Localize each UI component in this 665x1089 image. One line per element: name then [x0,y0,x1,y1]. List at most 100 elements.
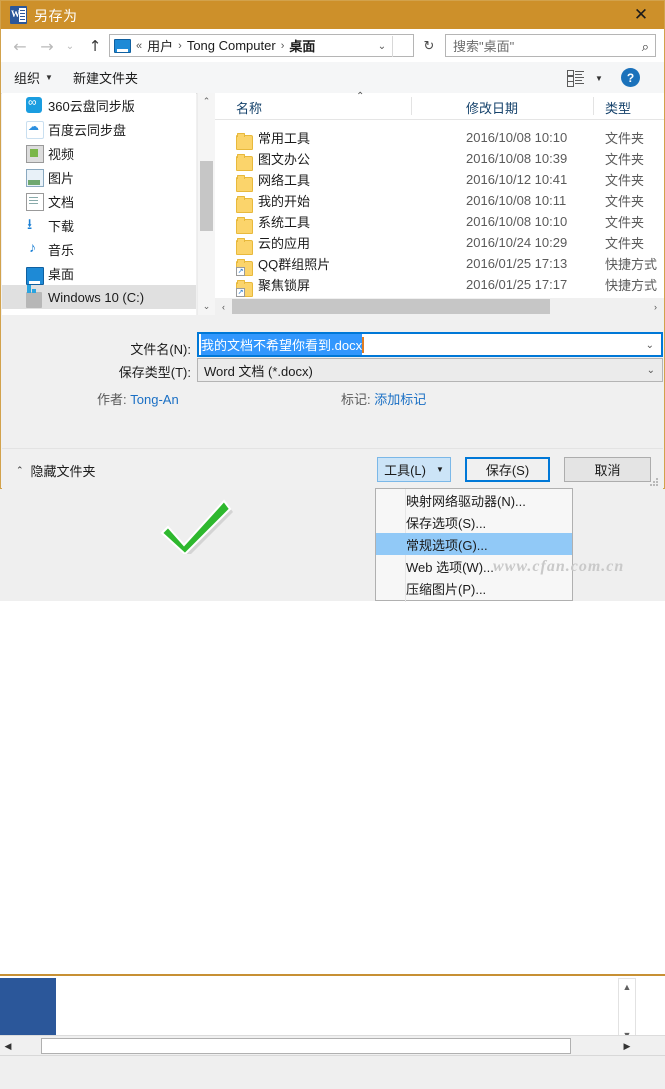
file-type: 文件夹 [605,151,645,167]
breadcrumb-item-users[interactable]: 用户 [147,36,173,55]
back-icon[interactable]: ← [10,36,30,56]
scroll-up-icon[interactable]: ▲ [619,979,635,995]
file-type: 文件夹 [605,130,645,146]
sidebar-item-music[interactable]: 音乐 [2,237,196,261]
breadcrumb-separator: › [280,39,285,52]
watermark: www.cfan.com.cn [493,558,625,575]
sidebar-item-pictures[interactable]: 图片 [2,165,196,189]
scrollbar-thumb[interactable] [232,299,550,314]
sidebar-item-label: 360云盘同步版 [48,98,135,114]
hide-folders-label: 隐藏文件夹 [30,464,96,479]
column-header-type[interactable]: 类型 [605,98,631,117]
sidebar-item-documents[interactable]: 文档 [2,189,196,213]
hscroll-left-icon[interactable]: ◀ [0,1038,16,1054]
chevron-down-icon[interactable]: ⌄ [373,39,391,53]
view-mode-chevron-down-icon[interactable]: ▼ [595,74,603,83]
navigation-bar: ← → ⌄ ↑ « 用户 › Tong Computer › 桌面 ⌄ ↻ 搜索… [1,29,664,62]
resize-grip[interactable] [650,478,659,487]
file-name: 云的应用 [258,235,311,251]
tags-field[interactable]: 标记: 添加标记 [341,389,426,408]
tools-button[interactable]: 工具(L) ▼ [377,457,451,482]
breadcrumb[interactable]: « 用户 › Tong Computer › 桌面 ⌄ [109,34,414,57]
tags-value[interactable]: 添加标记 [374,392,426,407]
dialog-title: 另存为 [34,8,78,24]
tags-label: 标记: [341,392,371,407]
sidebar-item-downloads[interactable]: 下载 [2,213,196,239]
forward-icon[interactable]: → [37,36,57,56]
author-value[interactable]: Tong-An [130,392,178,407]
document-canvas [56,978,665,1035]
hscroll-thumb[interactable] [41,1038,571,1054]
breadcrumb-item-desktop[interactable]: 桌面 [289,36,315,55]
navigation-pane-scrollbar[interactable]: ⌃ ⌄ [197,93,215,315]
dialog-title-bar: W 另存为 ✕ [1,1,664,29]
chevron-down-icon[interactable]: ⌄ [646,340,654,351]
column-header-date[interactable]: 修改日期 [466,98,518,117]
search-placeholder: 搜索"桌面" [453,39,515,54]
file-list: 名称 ⌃ 修改日期 类型 常用工具 2016/10/08 10:10 文件夹 图… [215,91,664,315]
file-type: 文件夹 [605,235,645,251]
command-toolbar: 组织 ▼ 新建文件夹 ▼ ? [1,62,664,94]
chevron-up-icon: ⌃ [16,465,24,475]
close-icon[interactable]: ✕ [618,1,664,29]
filetype-select[interactable]: Word 文档 (*.docx) ⌄ [197,358,663,382]
document-horizontal-scrollbar[interactable]: ◀ ▶ [0,1035,665,1056]
file-list-horizontal-scrollbar[interactable]: ‹ › [215,298,664,315]
recent-locations-icon[interactable]: ⌄ [63,36,77,56]
breadcrumb-item-user[interactable]: Tong Computer [187,38,276,53]
save-button[interactable]: 保存(S) [465,457,550,482]
window-divider [0,974,665,976]
cancel-button[interactable]: 取消 [564,457,651,482]
sidebar-item-label: 百度云同步盘 [48,122,127,138]
this-pc-icon [114,38,131,53]
column-header-name[interactable]: 名称 [236,98,262,117]
file-date: 2016/01/25 17:17 [466,276,568,292]
sidebar-item-label: 音乐 [48,242,75,258]
hide-folders-button[interactable]: ⌃ 隐藏文件夹 [16,461,96,480]
sidebar-item-baiducloud[interactable]: 百度云同步盘 [2,117,196,141]
filename-label: 文件名(N): [130,342,191,357]
refresh-icon[interactable]: ↻ [418,34,440,57]
file-date: 2016/10/24 10:29 [466,234,568,250]
sidebar-item-360cloud[interactable]: 360云盘同步版 [2,93,196,117]
author-label: 作者: [97,392,127,407]
file-date: 2016/10/08 10:11 [466,192,567,208]
hscroll-right-icon[interactable]: › [647,298,664,315]
menu-item-general-options[interactable]: 常规选项(G)... [376,533,572,555]
help-icon[interactable]: ? [621,68,640,87]
hscroll-right-icon[interactable]: ▶ [619,1038,635,1054]
file-date: 2016/10/08 10:10 [466,129,568,145]
breadcrumb-prefix: « [136,39,143,52]
word-icon: W [10,6,27,24]
table-row[interactable]: ↗ 聚焦锁屏 2016/01/25 17:17 快捷方式 [215,272,664,297]
file-type: 文件夹 [605,193,645,209]
chevron-down-icon[interactable]: ⌄ [647,365,655,376]
hscroll-left-icon[interactable]: ‹ [215,298,232,315]
scroll-up-icon[interactable]: ⌃ [198,93,215,110]
search-input[interactable]: 搜索"桌面" ⌕ [445,34,656,57]
documents-icon [26,193,44,211]
view-mode-icon[interactable] [567,70,584,87]
sidebar-item-label: 文档 [48,194,75,210]
save-as-dialog: W 另存为 ✕ ← → ⌄ ↑ « 用户 › Tong Computer › 桌… [0,0,665,490]
videos-icon [26,145,44,163]
file-name: 系统工具 [258,214,311,230]
sidebar-item-desktop[interactable]: 桌面 [2,261,196,285]
menu-item-map-network-drive[interactable]: 映射网络驱动器(N)... [376,489,572,511]
menu-item-save-options[interactable]: 保存选项(S)... [376,511,572,533]
up-icon[interactable]: ↑ [85,36,105,56]
sidebar-item-videos[interactable]: 视频 [2,141,196,165]
sidebar-item-label: 图片 [48,170,75,186]
author-field[interactable]: 作者: Tong-An [97,389,179,408]
sidebar-item-windows-drive[interactable]: Windows 10 (C:) [2,285,196,309]
file-date: 2016/10/08 10:39 [466,150,568,166]
column-headers: 名称 ⌃ 修改日期 类型 [215,91,664,120]
shortcut-icon: ↗ [236,279,253,297]
file-type: 文件夹 [605,214,645,230]
filename-input[interactable]: 我的文档不希望你看到.docx ⌄ [197,332,663,357]
new-folder-button[interactable]: 新建文件夹 [73,68,138,87]
scrollbar-thumb[interactable] [200,161,213,231]
organize-button[interactable]: 组织 ▼ [14,68,53,87]
scroll-down-icon[interactable]: ⌄ [198,298,215,315]
sidebar-item-label: 下载 [48,218,75,234]
